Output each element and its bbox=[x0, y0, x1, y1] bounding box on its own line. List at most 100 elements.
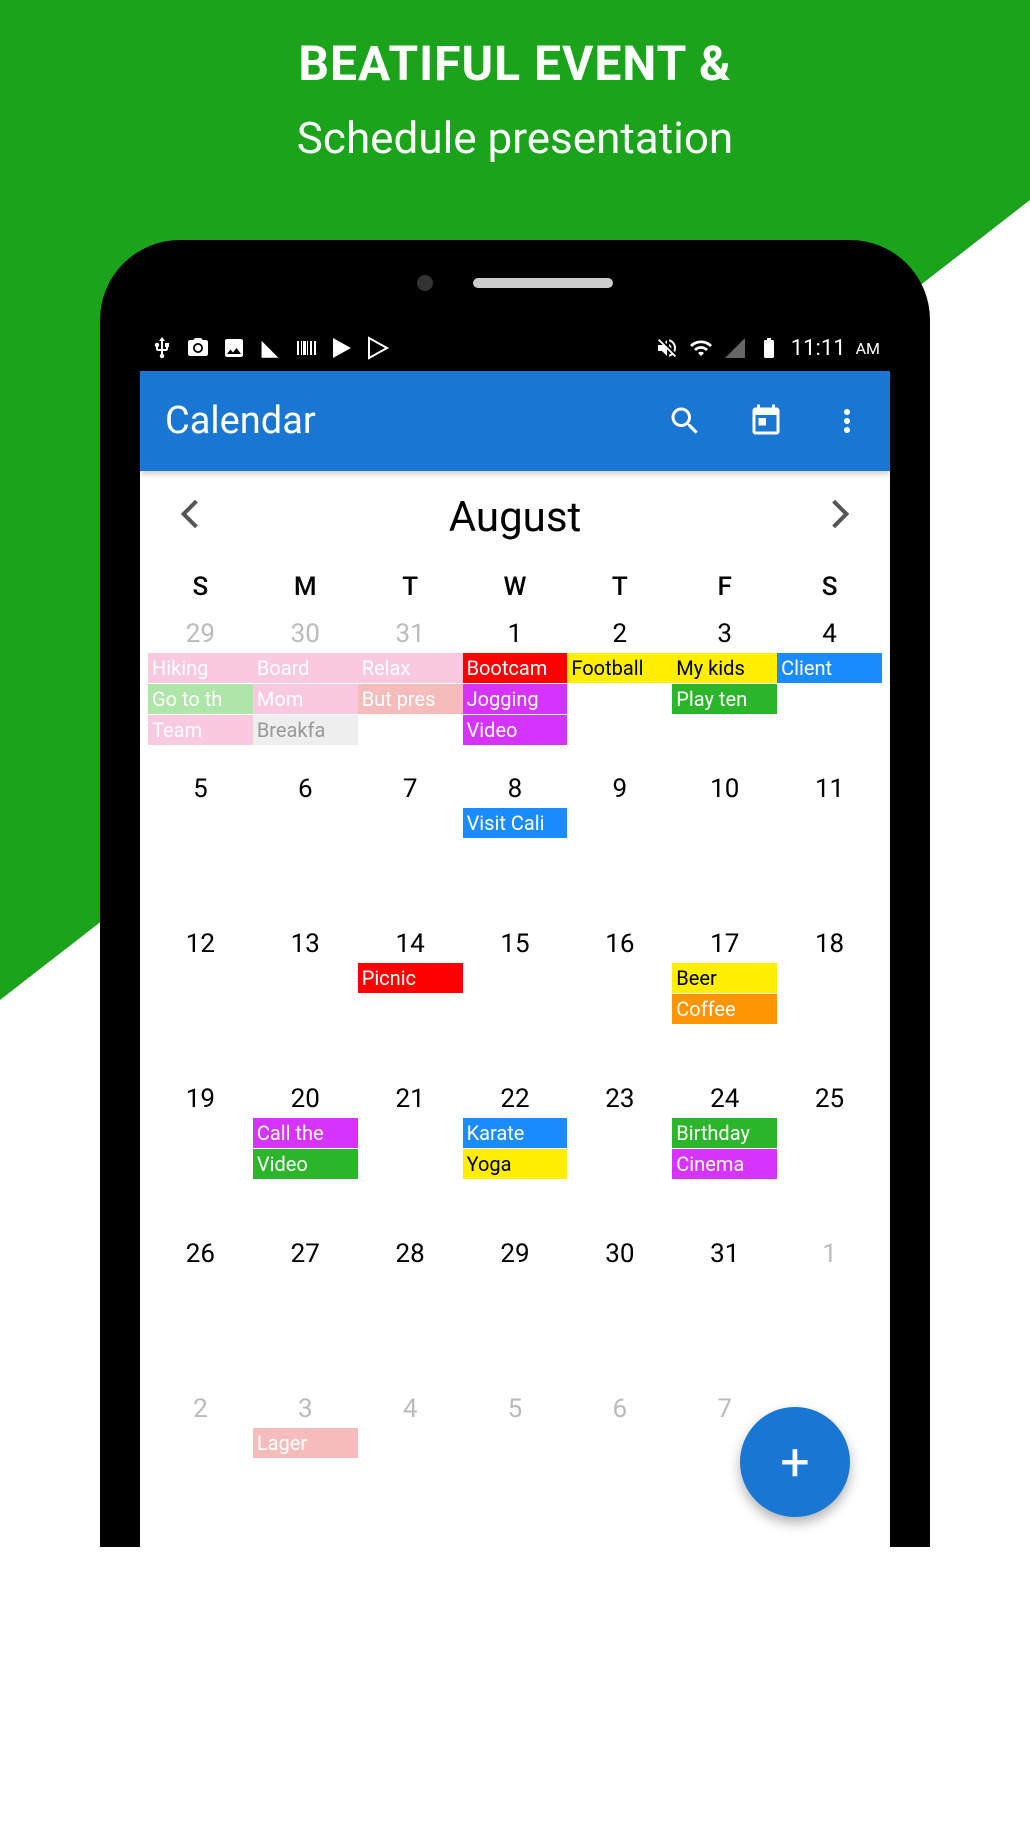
day-number: 2 bbox=[567, 619, 672, 649]
day-cell[interactable]: 2 bbox=[148, 1392, 253, 1547]
event-chip[interactable]: My kids bbox=[672, 653, 777, 683]
day-cell[interactable]: 5 bbox=[148, 772, 253, 927]
search-button[interactable] bbox=[667, 403, 703, 439]
event-chip[interactable]: Yoga bbox=[463, 1149, 568, 1179]
day-cell[interactable]: 26 bbox=[148, 1237, 253, 1392]
event-chip[interactable]: Karate bbox=[463, 1118, 568, 1148]
day-cell[interactable]: 31 RelaxBut pres bbox=[358, 617, 463, 772]
prev-month-button[interactable] bbox=[170, 497, 210, 539]
day-number: 24 bbox=[672, 1084, 777, 1114]
weekday-label: W bbox=[463, 572, 568, 602]
day-cell[interactable]: 5 bbox=[463, 1392, 568, 1547]
day-number: 9 bbox=[567, 774, 672, 804]
day-cell[interactable]: 21 bbox=[358, 1082, 463, 1237]
day-cell[interactable]: 24 BirthdayCinema bbox=[672, 1082, 777, 1237]
event-chip[interactable]: Beer bbox=[672, 963, 777, 993]
day-number: 18 bbox=[777, 929, 882, 959]
day-cell[interactable]: 30BoardMomBreakfa bbox=[253, 617, 358, 772]
next-month-button[interactable] bbox=[820, 497, 860, 539]
day-number: 3 bbox=[253, 1394, 358, 1424]
day-cell[interactable]: 25 bbox=[777, 1082, 882, 1237]
phone-mockup: ◣ 11:11 AM Calendar bbox=[100, 240, 930, 1547]
event-chip[interactable]: Board bbox=[253, 653, 358, 683]
event-chip[interactable]: Go to th bbox=[148, 684, 253, 714]
day-cell[interactable]: 13 bbox=[253, 927, 358, 1082]
event-chip[interactable]: Visit Cali bbox=[463, 808, 568, 838]
day-cell[interactable]: 22KarateYoga bbox=[463, 1082, 568, 1237]
day-cell[interactable]: 10 bbox=[672, 772, 777, 927]
day-cell[interactable]: 17 BeerCoffee bbox=[672, 927, 777, 1082]
weekday-label: M bbox=[253, 572, 358, 602]
phone-speaker-icon bbox=[473, 278, 613, 288]
day-cell[interactable]: 1 bbox=[777, 1237, 882, 1392]
day-number: 29 bbox=[463, 1239, 568, 1269]
day-cell[interactable]: 23 bbox=[567, 1082, 672, 1237]
event-chip[interactable]: Coffee bbox=[672, 994, 777, 1024]
day-number: 30 bbox=[567, 1239, 672, 1269]
day-cell[interactable]: 8 Visit Cali bbox=[463, 772, 568, 927]
day-number: 26 bbox=[148, 1239, 253, 1269]
day-number: 21 bbox=[358, 1084, 463, 1114]
day-cell[interactable]: 12 bbox=[148, 927, 253, 1082]
day-cell[interactable]: 11 bbox=[777, 772, 882, 927]
event-chip[interactable]: Bootcam bbox=[463, 653, 568, 683]
day-cell[interactable]: 6 bbox=[567, 1392, 672, 1547]
day-number: 14 bbox=[358, 929, 463, 959]
event-chip[interactable]: But pres bbox=[358, 684, 463, 714]
day-number: 17 bbox=[672, 929, 777, 959]
day-cell[interactable]: 16 bbox=[567, 927, 672, 1082]
day-cell[interactable]: 20Call theVideo bbox=[253, 1082, 358, 1237]
event-chip[interactable]: Hiking bbox=[148, 653, 253, 683]
status-time: 11:11 bbox=[791, 336, 846, 361]
app-title: Calendar bbox=[165, 399, 667, 443]
weekday-label: T bbox=[567, 572, 672, 602]
event-chip[interactable]: Picnic bbox=[358, 963, 463, 993]
day-cell[interactable]: 30 bbox=[567, 1237, 672, 1392]
month-header: August bbox=[140, 471, 890, 564]
event-chip[interactable]: Relax bbox=[358, 653, 463, 683]
add-event-fab[interactable]: + bbox=[740, 1407, 850, 1517]
day-cell[interactable]: 18 bbox=[777, 927, 882, 1082]
day-cell[interactable]: 14 Picnic bbox=[358, 927, 463, 1082]
day-cell[interactable]: 6 bbox=[253, 772, 358, 927]
event-chip[interactable]: Mom bbox=[253, 684, 358, 714]
day-cell[interactable]: 9 bbox=[567, 772, 672, 927]
day-cell[interactable]: 7 bbox=[358, 772, 463, 927]
event-chip[interactable]: Jogging bbox=[463, 684, 568, 714]
day-cell[interactable]: 28 bbox=[358, 1237, 463, 1392]
day-cell[interactable]: 19 bbox=[148, 1082, 253, 1237]
event-chip[interactable]: Play ten bbox=[672, 684, 777, 714]
day-cell[interactable]: 15 bbox=[463, 927, 568, 1082]
event-chip[interactable]: Video bbox=[253, 1149, 358, 1179]
day-cell[interactable]: 4 bbox=[358, 1392, 463, 1547]
day-number: 8 bbox=[463, 774, 568, 804]
day-cell[interactable]: 29 bbox=[463, 1237, 568, 1392]
day-number: 31 bbox=[358, 619, 463, 649]
day-cell[interactable]: 1BootcamJoggingVideo bbox=[463, 617, 568, 772]
day-cell[interactable]: 3 Lager bbox=[253, 1392, 358, 1547]
event-chip[interactable]: Cinema bbox=[672, 1149, 777, 1179]
app-bar: Calendar bbox=[140, 371, 890, 471]
today-button[interactable] bbox=[748, 403, 784, 439]
event-chip[interactable]: Birthday bbox=[672, 1118, 777, 1148]
day-cell[interactable]: 29HikingGo to thTeam bbox=[148, 617, 253, 772]
day-number: 5 bbox=[463, 1394, 568, 1424]
day-cell[interactable]: 3My kidsPlay ten bbox=[672, 617, 777, 772]
plus-icon: + bbox=[780, 1432, 810, 1493]
event-chip[interactable]: Lager bbox=[253, 1428, 358, 1458]
day-number: 6 bbox=[567, 1394, 672, 1424]
day-cell[interactable]: 27 bbox=[253, 1237, 358, 1392]
month-title: August bbox=[449, 493, 581, 542]
event-chip[interactable]: Client bbox=[777, 653, 882, 683]
day-cell[interactable]: 2 Football bbox=[567, 617, 672, 772]
event-chip[interactable]: Video bbox=[463, 715, 568, 745]
event-chip[interactable]: Football bbox=[567, 653, 672, 683]
day-cell[interactable]: 31 bbox=[672, 1237, 777, 1392]
promo-title: BEATIFUL EVENT & bbox=[0, 35, 1030, 92]
event-chip[interactable]: Team bbox=[148, 715, 253, 745]
event-chip[interactable]: Breakfa bbox=[253, 715, 358, 745]
event-chip[interactable]: Call the bbox=[253, 1118, 358, 1148]
phone-camera-icon bbox=[417, 275, 433, 291]
more-button[interactable] bbox=[829, 403, 865, 439]
day-cell[interactable]: 4Client bbox=[777, 617, 882, 772]
